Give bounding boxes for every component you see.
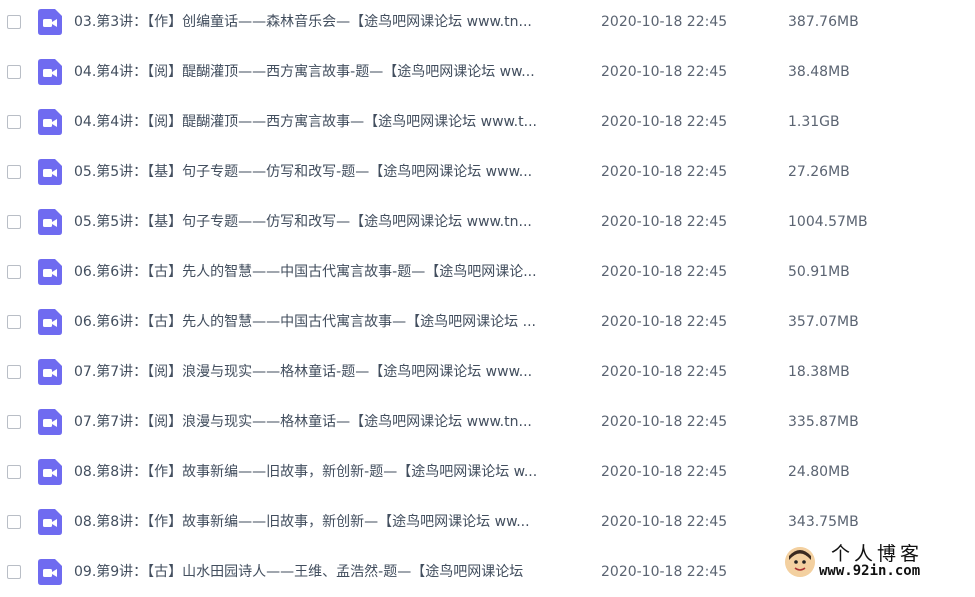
row-checkbox[interactable]: [7, 115, 21, 129]
row-checkbox[interactable]: [7, 65, 21, 79]
file-name[interactable]: 09.第9讲：【古】山水田园诗人——王维、孟浩然-题—【途鸟吧网课论坛: [74, 563, 579, 581]
file-name[interactable]: 07.第7讲：【阅】浪漫与现实——格林童话—【途鸟吧网课论坛 www.tn...: [74, 413, 579, 431]
video-file-icon: [38, 409, 62, 435]
file-name[interactable]: 07.第7讲：【阅】浪漫与现实——格林童话-题—【途鸟吧网课论坛 www...: [74, 363, 579, 381]
file-name[interactable]: 05.第5讲：【基】句子专题——仿写和改写-题—【途鸟吧网课论坛 www...: [74, 163, 579, 181]
row-checkbox[interactable]: [7, 215, 21, 229]
file-size: 27.26MB: [788, 164, 850, 180]
file-date: 2020-10-18 22:45: [601, 314, 728, 330]
file-row[interactable]: 05.第5讲：【基】句子专题——仿写和改写-题—【途鸟吧网课论坛 www... 2…: [0, 147, 975, 197]
video-file-icon: [38, 359, 62, 385]
file-size: 1.31GB: [788, 114, 840, 130]
file-size: 335.87MB: [788, 414, 859, 430]
row-checkbox[interactable]: [7, 165, 21, 179]
file-row[interactable]: 04.第4讲：【阅】醍醐灌顶——西方寓言故事—【途鸟吧网课论坛 www.t...…: [0, 97, 975, 147]
video-file-icon: [38, 559, 62, 585]
file-date: 2020-10-18 22:45: [601, 564, 728, 580]
row-checkbox[interactable]: [7, 515, 21, 529]
video-file-icon: [38, 159, 62, 185]
file-row[interactable]: 06.第6讲：【古】先人的智慧——中国古代寓言故事-题—【途鸟吧网课论... 20…: [0, 247, 975, 297]
file-row[interactable]: 08.第8讲：【作】故事新编——旧故事，新创新-题—【途鸟吧网课论坛 w... 2…: [0, 447, 975, 497]
file-row[interactable]: 03.第3讲：【作】创编童话——森林音乐会—【途鸟吧网课论坛 www.tn...…: [0, 0, 975, 47]
file-date: 2020-10-18 22:45: [601, 464, 728, 480]
avatar-icon: [785, 547, 815, 577]
file-size: 387.76MB: [788, 14, 859, 30]
row-checkbox[interactable]: [7, 15, 21, 29]
watermark: 个人博客 www.92in.com: [785, 543, 957, 581]
file-size: 38.48MB: [788, 64, 850, 80]
watermark-url: www.92in.com: [819, 563, 921, 579]
video-file-icon: [38, 209, 62, 235]
file-size: 50.91MB: [788, 264, 850, 280]
row-checkbox[interactable]: [7, 365, 21, 379]
video-file-icon: [38, 509, 62, 535]
file-date: 2020-10-18 22:45: [601, 514, 728, 530]
file-name[interactable]: 06.第6讲：【古】先人的智慧——中国古代寓言故事—【途鸟吧网课论坛 ...: [74, 313, 579, 331]
file-size: 343.75MB: [788, 514, 859, 530]
video-file-icon: [38, 459, 62, 485]
file-name[interactable]: 04.第4讲：【阅】醍醐灌顶——西方寓言故事—【途鸟吧网课论坛 www.t...: [74, 113, 579, 131]
file-date: 2020-10-18 22:45: [601, 364, 728, 380]
file-date: 2020-10-18 22:45: [601, 264, 728, 280]
video-file-icon: [38, 9, 62, 35]
file-size: 18.38MB: [788, 364, 850, 380]
row-checkbox[interactable]: [7, 465, 21, 479]
file-date: 2020-10-18 22:45: [601, 414, 728, 430]
file-row[interactable]: 05.第5讲：【基】句子专题——仿写和改写—【途鸟吧网课论坛 www.tn...…: [0, 197, 975, 247]
file-size: 24.80MB: [788, 464, 850, 480]
file-date: 2020-10-18 22:45: [601, 164, 728, 180]
file-date: 2020-10-18 22:45: [601, 114, 728, 130]
file-row[interactable]: 07.第7讲：【阅】浪漫与现实——格林童话-题—【途鸟吧网课论坛 www... 2…: [0, 347, 975, 397]
file-name[interactable]: 08.第8讲：【作】故事新编——旧故事，新创新—【途鸟吧网课论坛 ww...: [74, 513, 579, 531]
file-name[interactable]: 04.第4讲：【阅】醍醐灌顶——西方寓言故事-题—【途鸟吧网课论坛 ww...: [74, 63, 579, 81]
file-name[interactable]: 08.第8讲：【作】故事新编——旧故事，新创新-题—【途鸟吧网课论坛 w...: [74, 463, 579, 481]
video-file-icon: [38, 109, 62, 135]
row-checkbox[interactable]: [7, 265, 21, 279]
row-checkbox[interactable]: [7, 415, 21, 429]
row-checkbox[interactable]: [7, 565, 21, 579]
file-size: 1004.57MB: [788, 214, 868, 230]
file-name[interactable]: 03.第3讲：【作】创编童话——森林音乐会—【途鸟吧网课论坛 www.tn...: [74, 13, 579, 31]
file-row[interactable]: 08.第8讲：【作】故事新编——旧故事，新创新—【途鸟吧网课论坛 ww... 20…: [0, 497, 975, 547]
file-row[interactable]: 07.第7讲：【阅】浪漫与现实——格林童话—【途鸟吧网课论坛 www.tn...…: [0, 397, 975, 447]
video-file-icon: [38, 59, 62, 85]
video-file-icon: [38, 309, 62, 335]
file-date: 2020-10-18 22:45: [601, 214, 728, 230]
file-name[interactable]: 06.第6讲：【古】先人的智慧——中国古代寓言故事-题—【途鸟吧网课论...: [74, 263, 579, 281]
file-row[interactable]: 04.第4讲：【阅】醍醐灌顶——西方寓言故事-题—【途鸟吧网课论坛 ww... 2…: [0, 47, 975, 97]
file-name[interactable]: 05.第5讲：【基】句子专题——仿写和改写—【途鸟吧网课论坛 www.tn...: [74, 213, 579, 231]
file-date: 2020-10-18 22:45: [601, 64, 728, 80]
file-date: 2020-10-18 22:45: [601, 14, 728, 30]
video-file-icon: [38, 259, 62, 285]
file-row[interactable]: 06.第6讲：【古】先人的智慧——中国古代寓言故事—【途鸟吧网课论坛 ... 20…: [0, 297, 975, 347]
watermark-title: 个人博客: [831, 543, 924, 565]
row-checkbox[interactable]: [7, 315, 21, 329]
file-size: 357.07MB: [788, 314, 859, 330]
